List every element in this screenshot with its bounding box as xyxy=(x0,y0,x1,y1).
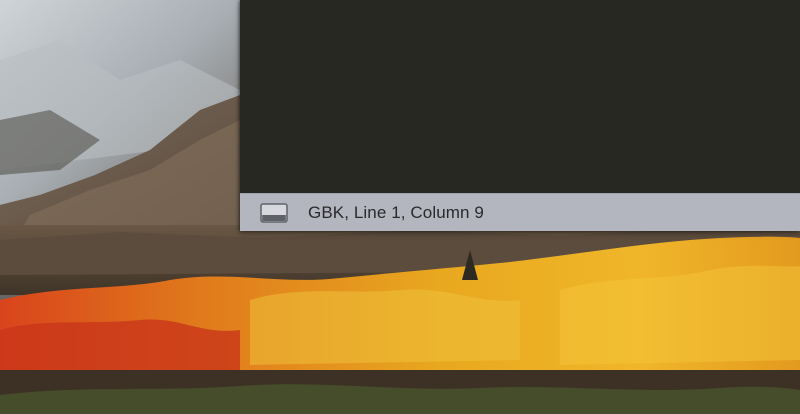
editor-text-area[interactable] xyxy=(240,0,800,193)
desktop: GBK, Line 1, Column 9 xyxy=(0,0,800,414)
status-bar: GBK, Line 1, Column 9 xyxy=(240,193,800,231)
panel-toggle-button[interactable] xyxy=(260,202,288,223)
status-encoding-position: GBK, Line 1, Column 9 xyxy=(308,202,484,222)
editor-window: GBK, Line 1, Column 9 xyxy=(240,0,800,231)
panel-toggle-icon xyxy=(260,202,288,223)
